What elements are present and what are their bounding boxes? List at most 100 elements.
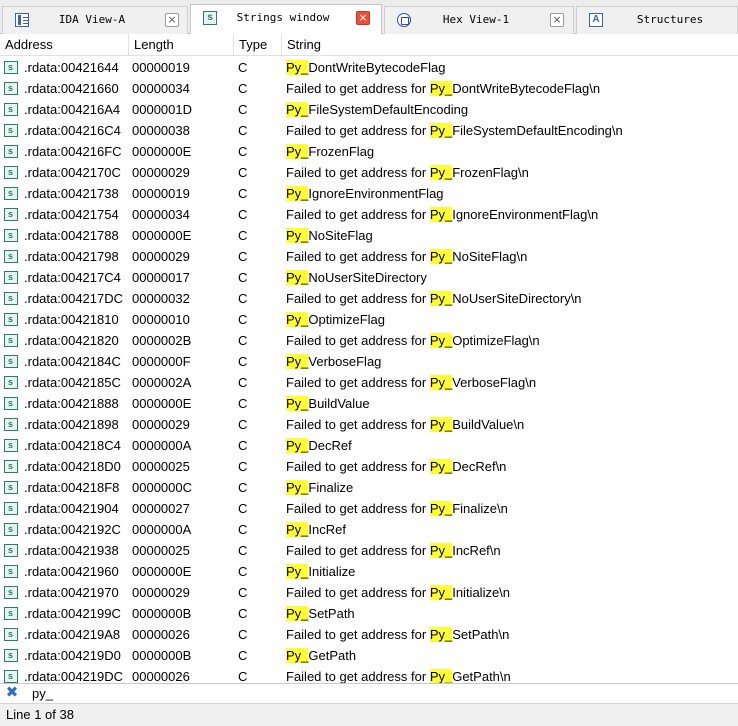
search-match-highlight: Py_ (286, 102, 309, 117)
table-row[interactable]: .rdata:0042185C 0000002A C Failed to get ad… (0, 372, 738, 393)
address-text: .rdata:004217C4 (24, 270, 121, 285)
table-row[interactable]: .rdata:00421888 0000000E C Py_BuildValue (0, 393, 738, 414)
filter-input[interactable] (24, 685, 734, 702)
column-header-type[interactable]: Type (234, 34, 282, 55)
table-row[interactable]: .rdata:004217DC 00000032 C Failed to get ad… (0, 288, 738, 309)
string-suffix: IncRef\n (452, 543, 501, 558)
table-row[interactable]: .rdata:00421738 00000019 C Py_IgnoreEnviron… (0, 183, 738, 204)
table-row[interactable]: .rdata:00421644 00000019 C Py_DontWriteByte… (0, 57, 738, 78)
table-row[interactable]: .rdata:004216A4 0000001D C Py_FileSystemDef… (0, 99, 738, 120)
string-entry-icon (4, 477, 18, 498)
address-cell: .rdata:0042199C (4, 603, 121, 624)
tab-structures[interactable]: A Structures (576, 6, 738, 34)
column-header-address[interactable]: Address (0, 34, 129, 55)
address-cell: .rdata:00421888 (4, 393, 119, 414)
string-cell: Py_OptimizeFlag (286, 309, 385, 330)
type-cell: C (238, 207, 248, 222)
table-row[interactable]: .rdata:00421960 0000000E C Py_Initialize (0, 561, 738, 582)
close-tab-strings-button[interactable]: × (356, 11, 370, 25)
table-row[interactable]: .rdata:00421754 00000034 C Failed to get ad… (0, 204, 738, 225)
string-cell: Failed to get address for Py_NoSiteFlag\… (286, 246, 527, 267)
search-match-highlight: Py_ (429, 669, 453, 683)
tab-ida-view-a[interactable]: IDA View-A × (2, 6, 188, 34)
type-cell: C (238, 459, 248, 474)
string-cell: Py_VerboseFlag (286, 351, 381, 372)
address-text: .rdata:0042170C (24, 165, 121, 180)
length-cell: 00000029 (132, 249, 190, 264)
address-text: .rdata:00421904 (24, 501, 119, 516)
string-entry-icon (4, 603, 18, 624)
column-header-string[interactable]: String (282, 34, 738, 55)
search-match-highlight: Py_ (429, 375, 453, 390)
table-row[interactable]: .rdata:004217C4 00000017 C Py_NoUserSiteDir… (0, 267, 738, 288)
tab-hex-view-1[interactable]: Hex View-1 × (384, 6, 574, 34)
address-text: .rdata:0042192C (24, 522, 121, 537)
address-cell: .rdata:004219D0 (4, 645, 121, 666)
string-entry-icon (4, 141, 18, 162)
close-tab-ida-view-button[interactable]: × (165, 13, 179, 27)
table-row[interactable]: .rdata:004219D0 0000000B C Py_GetPath (0, 645, 738, 666)
string-suffix: OptimizeFlag\n (452, 333, 540, 348)
string-suffix: VerboseFlag (308, 354, 382, 369)
type-cell: C (238, 585, 248, 600)
table-row[interactable]: .rdata:00421904 00000027 C Failed to get ad… (0, 498, 738, 519)
string-cell: Py_FileSystemDefaultEncoding (286, 99, 468, 120)
table-row[interactable]: .rdata:004219A8 00000026 C Failed to get ad… (0, 624, 738, 645)
length-cell: 00000017 (132, 270, 190, 285)
search-match-highlight: Py_ (286, 438, 309, 453)
search-match-highlight: Py_ (286, 648, 309, 663)
string-entry-icon (4, 393, 18, 414)
table-row[interactable]: .rdata:0042192C 0000000A C Py_IncRef (0, 519, 738, 540)
length-cell: 00000029 (132, 165, 190, 180)
address-cell: .rdata:004217DC (4, 288, 123, 309)
search-match-highlight: Py_ (429, 459, 453, 474)
string-entry-icon (4, 288, 18, 309)
string-entry-icon (4, 498, 18, 519)
table-row[interactable]: .rdata:004218F8 0000000C C Py_Finalize (0, 477, 738, 498)
close-tab-hex-view-button[interactable]: × (550, 13, 564, 27)
address-cell: .rdata:00421788 (4, 225, 119, 246)
table-row[interactable]: .rdata:00421898 00000029 C Failed to get ad… (0, 414, 738, 435)
table-row[interactable]: .rdata:0042199C 0000000B C Py_SetPath (0, 603, 738, 624)
search-match-highlight: Py_ (429, 417, 453, 432)
string-suffix: DontWriteBytecodeFlag (308, 60, 446, 75)
address-text: .rdata:00421754 (24, 207, 119, 222)
table-row[interactable]: .rdata:0042170C 00000029 C Failed to get ad… (0, 162, 738, 183)
string-entry-icon (4, 519, 18, 540)
string-cell: Failed to get address for Py_FrozenFlag\… (286, 162, 529, 183)
search-match-highlight: Py_ (286, 564, 309, 579)
address-text: .rdata:00421970 (24, 585, 119, 600)
string-entry-icon (4, 183, 18, 204)
table-row[interactable]: .rdata:00421788 0000000E C Py_NoSiteFlag (0, 225, 738, 246)
table-row[interactable]: .rdata:0042184C 0000000F C Py_VerboseFlag (0, 351, 738, 372)
address-cell: .rdata:004216C4 (4, 120, 121, 141)
table-row[interactable]: .rdata:00421810 00000010 C Py_OptimizeFlag (0, 309, 738, 330)
type-cell: C (238, 648, 248, 663)
table-row[interactable]: .rdata:00421970 00000029 C Failed to get ad… (0, 582, 738, 603)
table-row[interactable]: .rdata:004218C4 0000000A C Py_DecRef (0, 435, 738, 456)
table-row[interactable]: .rdata:004216FC 0000000E C Py_FrozenFlag (0, 141, 738, 162)
table-row[interactable]: .rdata:00421820 0000002B C Failed to get ad… (0, 330, 738, 351)
address-cell: .rdata:004217C4 (4, 267, 121, 288)
string-suffix: VerboseFlag\n (452, 375, 537, 390)
address-cell: .rdata:00421738 (4, 183, 119, 204)
table-row[interactable]: .rdata:004219DC 00000026 C Failed to get ad… (0, 666, 738, 683)
table-row[interactable]: .rdata:00421938 00000025 C Failed to get ad… (0, 540, 738, 561)
address-cell: .rdata:004218C4 (4, 435, 121, 456)
filter-bar: ✖ (0, 683, 738, 703)
string-entry-icon (4, 351, 18, 372)
tab-strings-window[interactable]: s Strings window × (190, 4, 382, 34)
address-cell: .rdata:0042185C (4, 372, 121, 393)
clear-filter-icon[interactable]: ✖ (4, 685, 20, 701)
address-text: .rdata:004216C4 (24, 123, 121, 138)
table-row[interactable]: .rdata:004218D0 00000025 C Failed to get ad… (0, 456, 738, 477)
column-header-length[interactable]: Length (129, 34, 234, 55)
table-row[interactable]: .rdata:00421660 00000034 C Failed to get ad… (0, 78, 738, 99)
type-cell: C (238, 375, 248, 390)
string-entry-icon (4, 561, 18, 582)
table-row[interactable]: .rdata:004216C4 00000038 C Failed to get ad… (0, 120, 738, 141)
table-row[interactable]: .rdata:00421798 00000029 C Failed to get ad… (0, 246, 738, 267)
search-match-highlight: Py_ (429, 81, 453, 96)
address-cell: .rdata:00421754 (4, 204, 119, 225)
string-entry-icon (4, 204, 18, 225)
